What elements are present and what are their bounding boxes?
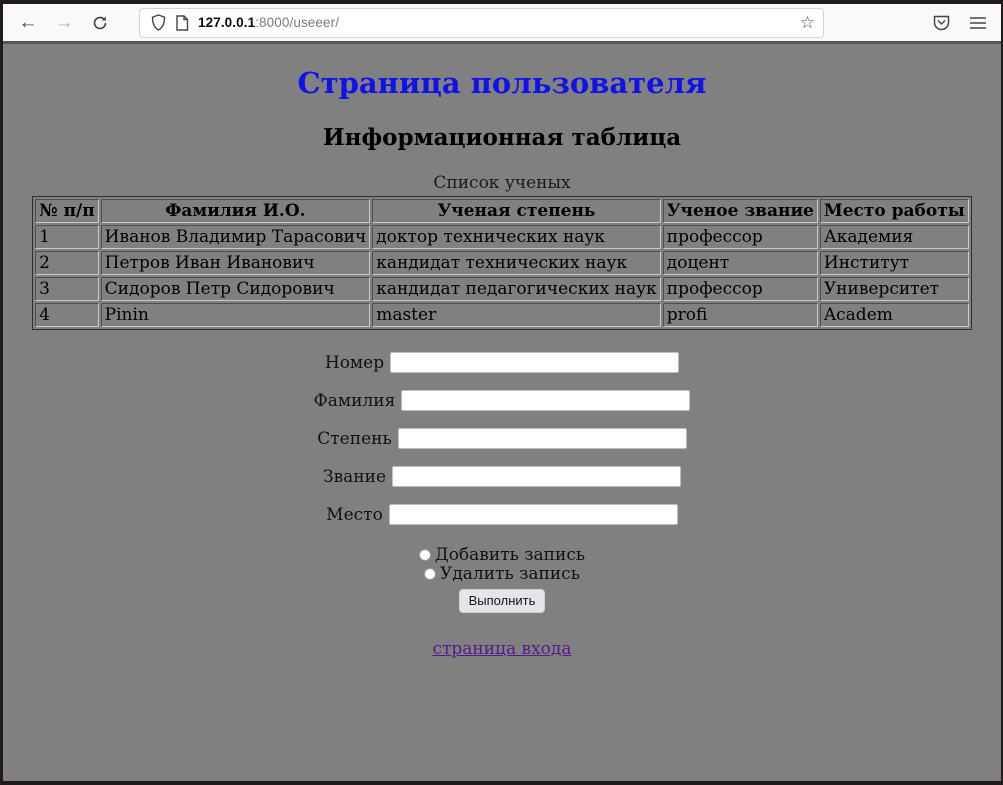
surname-field[interactable] [401,390,690,411]
pocket-icon[interactable] [932,13,951,32]
table-header-row: № п/п Фамилия И.О. Ученая степень Ученое… [35,199,969,223]
cell-degree: кандидат педагогических наук [372,277,661,301]
col-header-name: Фамилия И.О. [101,199,371,223]
delete-record-radio[interactable] [424,568,436,580]
record-form: Номер Фамилия Степень Звание Место Добав… [3,352,1001,659]
add-record-radio[interactable] [419,549,431,561]
cell-name: Сидоров Петр Сидорович [101,277,371,301]
cell-workplace: Академия [820,225,969,249]
table-caption: Список ученых [32,173,972,196]
col-header-degree: Ученая степень [372,199,661,223]
back-button[interactable]: ← [13,8,43,38]
cell-degree: доктор технических наук [372,225,661,249]
workplace-field-label: Место [326,505,383,525]
surname-field-label: Фамилия [314,391,396,411]
url-path: :8000/useeer/ [255,15,339,30]
cell-name: Петров Иван Иванович [101,251,371,275]
cell-rank: профессор [663,277,818,301]
url-text: 127.0.0.1:8000/useeer/ [198,15,791,30]
delete-record-radio-label: Удалить запись [440,564,580,584]
table-row: 3 Сидоров Петр Сидорович кандидат педаго… [35,277,969,301]
cell-rank: profi [663,303,818,327]
browser-window: ← → 127.0.0.1:8000/useeer/ ☆ [0,0,1003,785]
scientists-table: Список ученых № п/п Фамилия И.О. Ученая … [32,173,972,330]
menu-hamburger-icon[interactable] [969,16,987,30]
table-row: 1 Иванов Владимир Тарасович доктор техни… [35,225,969,249]
reload-button[interactable] [85,8,115,38]
bookmark-star-icon[interactable]: ☆ [800,13,815,33]
url-bar[interactable]: 127.0.0.1:8000/useeer/ ☆ [139,8,824,38]
degree-field-label: Степень [317,429,391,449]
reload-icon [92,15,108,31]
cell-name: Иванов Владимир Тарасович [101,225,371,249]
cell-degree: master [372,303,661,327]
cell-number: 4 [35,303,99,327]
degree-field[interactable] [398,428,687,449]
number-field[interactable] [390,352,679,373]
rank-field[interactable] [392,466,681,487]
workplace-field[interactable] [389,504,678,525]
login-page-link[interactable]: страница входа [432,639,571,659]
page-subtitle: Информационная таблица [3,124,1001,151]
table-row: 4 Pinin master profi Academ [35,303,969,327]
page-info-icon[interactable] [175,15,189,31]
add-record-radio-label: Добавить запись [435,545,585,565]
page-content: Страница пользователя Информационная таб… [3,44,1001,659]
cell-workplace: Институт [820,251,969,275]
cell-degree: кандидат технических наук [372,251,661,275]
cell-number: 2 [35,251,99,275]
action-radio-group: Добавить запись Удалить запись [3,546,1001,584]
toolbar-right-icons [932,13,987,32]
cell-rank: доцент [663,251,818,275]
number-field-label: Номер [325,353,384,373]
rank-field-label: Звание [323,467,386,487]
shield-icon[interactable] [151,14,166,31]
cell-number: 1 [35,225,99,249]
page-title: Страница пользователя [3,66,1001,100]
url-host: 127.0.0.1 [198,15,255,30]
col-header-workplace: Место работы [820,199,969,223]
cell-workplace: Academ [820,303,969,327]
table-row: 2 Петров Иван Иванович кандидат техничес… [35,251,969,275]
cell-name: Pinin [101,303,371,327]
col-header-rank: Ученое звание [663,199,818,223]
cell-workplace: Университет [820,277,969,301]
forward-button[interactable]: → [49,8,79,38]
execute-button[interactable]: Выполнить [459,589,546,613]
browser-toolbar: ← → 127.0.0.1:8000/useeer/ ☆ [3,4,1001,44]
cell-rank: профессор [663,225,818,249]
col-header-number: № п/п [35,199,99,223]
cell-number: 3 [35,277,99,301]
